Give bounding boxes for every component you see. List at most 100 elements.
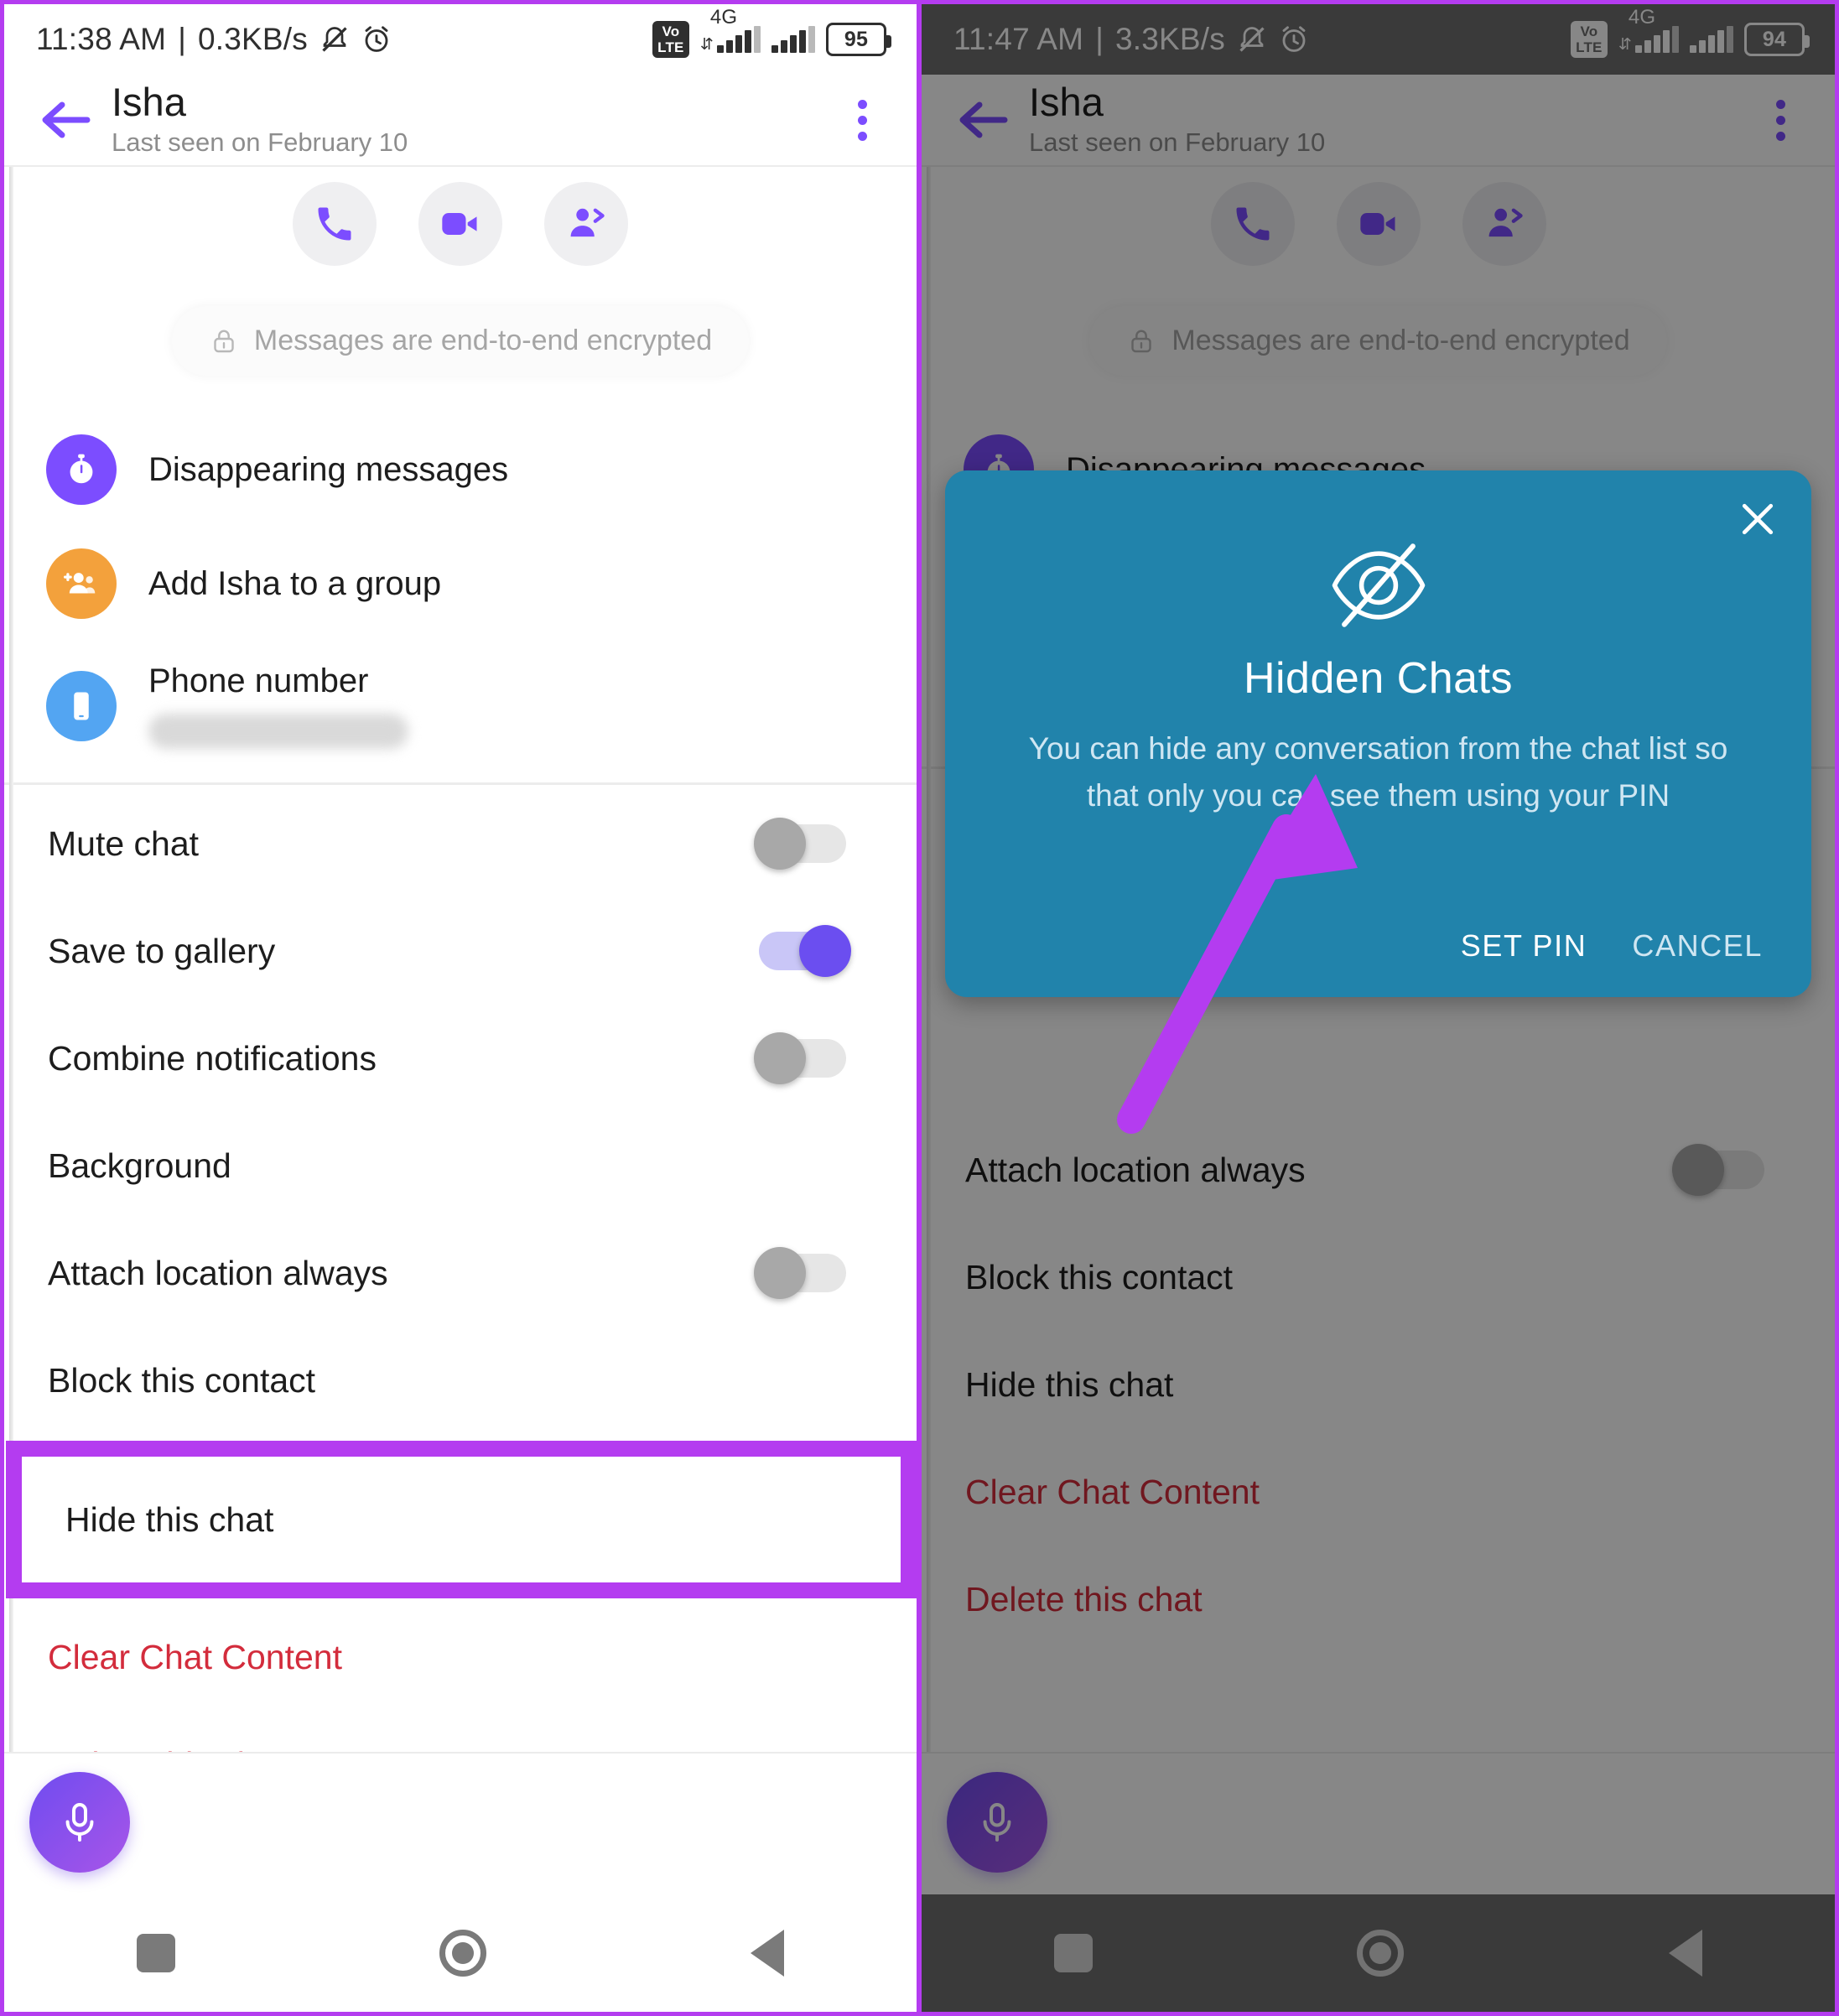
signal-group-1: 4G ⇵ <box>699 6 761 54</box>
setting-label: Block this contact <box>48 1360 316 1400</box>
back-nav-button[interactable] <box>751 1930 785 1977</box>
battery-level: 94 <box>1762 27 1787 51</box>
phone-icon <box>318 207 351 241</box>
kebab-dot <box>1775 115 1785 125</box>
voice-call-button[interactable] <box>293 182 377 266</box>
recents-button[interactable] <box>136 1934 175 1972</box>
microphone-icon <box>983 1803 1011 1842</box>
video-camera-icon <box>442 213 477 235</box>
recents-button[interactable] <box>1053 1934 1093 1972</box>
setting-row-combine-notifications[interactable]: Combine notifications <box>4 1005 917 1112</box>
encryption-banner: Messages are end-to-end encrypted <box>1089 306 1667 376</box>
status-bar: 11:38 AM | 0.3KB/s Vo LTE 4G ⇵ 95 <box>4 4 917 75</box>
setting-row-hide-this-chat[interactable]: Hide this chat <box>22 1457 901 1582</box>
left-screen: 11:38 AM | 0.3KB/s Vo LTE 4G ⇵ 95 Isha L… <box>4 4 917 2012</box>
set-pin-button[interactable]: SET PIN <box>1461 928 1587 964</box>
network-type-label: 4G <box>709 6 738 29</box>
setting-row-hide-this-chat[interactable]: Hide this chat <box>922 1331 1835 1438</box>
scroll-content: Messages are end-to-end encrypted Disapp… <box>4 167 917 1752</box>
last-seen-text: Last seen on February 10 <box>1029 127 1326 157</box>
setting-row-clear-chat-content[interactable]: Clear Chat Content <box>922 1438 1835 1546</box>
video-call-button[interactable] <box>418 182 502 266</box>
setting-row-clear-chat-content[interactable]: Clear Chat Content <box>4 1603 917 1711</box>
kebab-dot <box>1775 131 1785 141</box>
voice-record-fab[interactable] <box>947 1772 1047 1873</box>
status-separator: | <box>178 22 186 56</box>
settings-list: Mute chat Save to gallery Combine notifi… <box>4 785 917 1752</box>
contact-title-block: Isha Last seen on February 10 <box>105 81 833 159</box>
hide-chat-highlight-wrap: Hide this chat <box>4 1441 917 1598</box>
setting-row-attach-location[interactable]: Attach location always <box>922 1116 1835 1224</box>
setting-row-block-contact[interactable]: Block this contact <box>922 1224 1835 1331</box>
battery-level: 95 <box>844 27 869 51</box>
dialog-actions: SET PIN CANCEL <box>979 928 1778 964</box>
setting-label: Attach location always <box>965 1150 1306 1189</box>
setting-row-save-to-gallery[interactable]: Save to gallery <box>4 897 917 1005</box>
signal-bars-2 <box>1690 26 1733 53</box>
back-button[interactable] <box>945 100 1022 140</box>
stopwatch-icon <box>46 434 117 505</box>
voice-record-fab[interactable] <box>29 1772 130 1873</box>
volte-bottom: LTE <box>1576 39 1603 55</box>
quick-actions-row <box>922 167 1835 271</box>
setting-row-attach-location[interactable]: Attach location always <box>4 1219 917 1327</box>
add-contact-button[interactable] <box>544 182 628 266</box>
info-list: Disappearing messages Ad <box>4 401 917 785</box>
bell-off-icon <box>322 27 347 52</box>
save-to-gallery-toggle[interactable] <box>759 925 851 977</box>
info-row-disappearing-messages[interactable]: Disappearing messages <box>4 413 917 527</box>
scrollbar[interactable] <box>927 167 931 1752</box>
home-button[interactable] <box>439 1930 486 1977</box>
back-button[interactable] <box>28 100 105 140</box>
setting-label: Hide this chat <box>965 1364 1174 1404</box>
back-nav-button[interactable] <box>1669 1930 1703 1977</box>
voice-call-button[interactable] <box>1210 182 1295 266</box>
info-label: Disappearing messages <box>148 450 509 488</box>
info-row-add-to-group[interactable]: Add Isha to a group <box>4 527 917 641</box>
bottom-strip <box>4 1752 917 1894</box>
last-seen-text: Last seen on February 10 <box>112 127 408 157</box>
volte-top: Vo <box>662 23 680 39</box>
setting-label: Delete this chat <box>48 1745 285 1753</box>
stopwatch-glyph <box>70 454 93 484</box>
status-bar-left: 11:47 AM | 3.3KB/s <box>953 22 1309 57</box>
cancel-button[interactable]: CANCEL <box>1632 928 1763 964</box>
overflow-menu-button[interactable] <box>1751 99 1810 141</box>
volte-badge: Vo LTE <box>652 21 689 58</box>
encryption-banner-wrap: Messages are end-to-end encrypted <box>922 271 1835 401</box>
encryption-banner: Messages are end-to-end encrypted <box>171 306 750 376</box>
close-glyph <box>1742 503 1774 535</box>
right-phone-pane: 11:47 AM | 3.3KB/s Vo LTE 4G ⇵ 94 Isha L… <box>919 0 1839 2016</box>
mute-chat-toggle[interactable] <box>754 818 846 870</box>
setting-row-delete-this-chat[interactable]: Delete this chat <box>4 1711 917 1753</box>
phone-device-glyph <box>74 692 89 720</box>
phone-number-redacted <box>148 714 408 749</box>
home-button[interactable] <box>1357 1930 1405 1977</box>
setting-label: Hide this chat <box>65 1499 274 1539</box>
attach-location-toggle[interactable] <box>754 1247 846 1299</box>
setting-row-mute-chat[interactable]: Mute chat <box>4 790 917 897</box>
close-icon[interactable] <box>1734 496 1781 543</box>
data-arrows-icon: ⇵ <box>699 36 714 54</box>
info-row-phone-number[interactable]: Phone number <box>4 641 917 771</box>
setting-label: Block this contact <box>965 1257 1234 1296</box>
dialog-title: Hidden Chats <box>1243 654 1514 703</box>
setting-row-block-contact[interactable]: Block this contact <box>4 1327 917 1434</box>
signal-bars-2 <box>771 26 815 53</box>
encryption-banner-wrap: Messages are end-to-end encrypted <box>4 271 917 401</box>
left-phone-pane: 11:38 AM | 0.3KB/s Vo LTE 4G ⇵ 95 Isha L… <box>0 0 919 2016</box>
video-call-button[interactable] <box>1336 182 1421 266</box>
kebab-dot <box>1775 99 1785 109</box>
overflow-menu-button[interactable] <box>833 99 891 141</box>
setting-row-delete-this-chat[interactable]: Delete this chat <box>922 1546 1835 1653</box>
status-bar-left: 11:38 AM | 0.3KB/s <box>36 22 392 57</box>
combine-notifications-toggle[interactable] <box>754 1032 846 1084</box>
setting-row-background[interactable]: Background <box>4 1112 917 1219</box>
bottom-strip <box>922 1752 1835 1894</box>
setting-label: Background <box>48 1146 231 1185</box>
data-arrows-icon: ⇵ <box>1618 36 1632 54</box>
attach-location-toggle[interactable] <box>1672 1144 1764 1196</box>
back-arrow-icon <box>959 101 1008 138</box>
add-contact-button[interactable] <box>1462 182 1546 266</box>
info-label: Add Isha to a group <box>148 564 442 602</box>
